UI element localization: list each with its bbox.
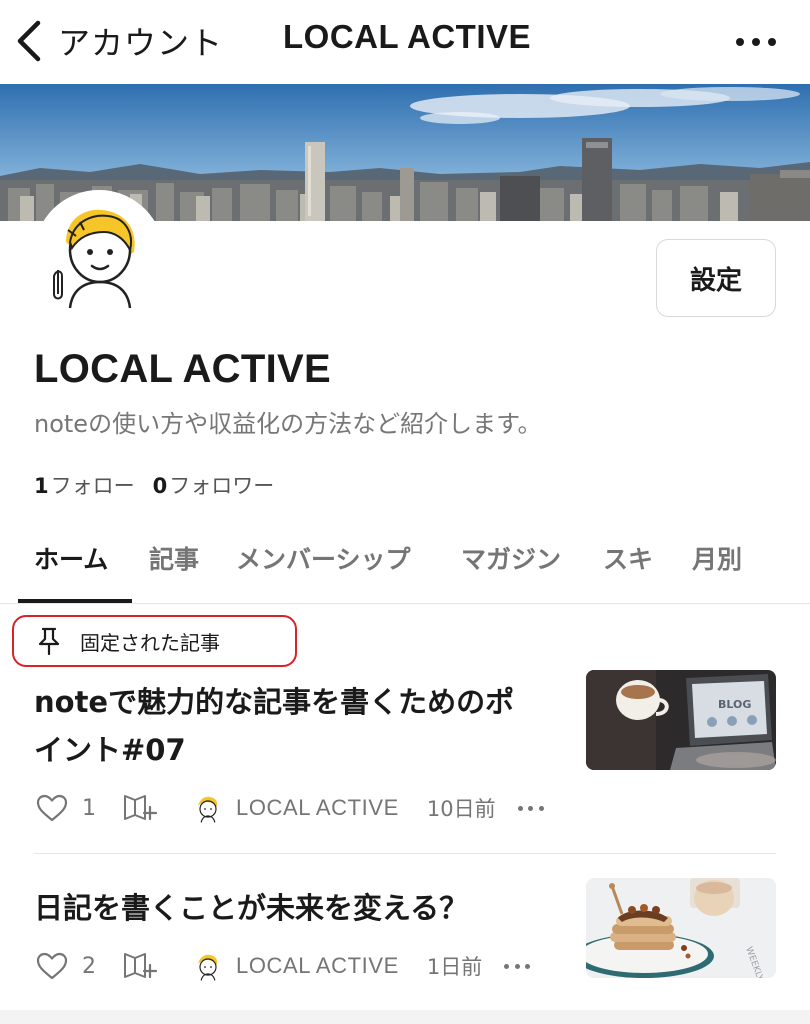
page-title: LOCAL ACTIVE: [283, 18, 532, 55]
chevron-left-icon: [17, 20, 41, 62]
article-divider: [34, 853, 776, 854]
heart-icon[interactable]: [36, 952, 68, 980]
article-author[interactable]: LOCAL ACTIVE: [236, 795, 399, 821]
author-avatar[interactable]: [192, 950, 224, 982]
profile-bio: noteの使い方や収益化の方法など紹介します。: [34, 410, 542, 438]
followers-link[interactable]: 0 フォロワー: [153, 470, 275, 500]
pinned-articles-label: 固定された記事: [12, 615, 297, 667]
article-more-button[interactable]: [517, 805, 544, 811]
following-count: 1: [34, 474, 49, 498]
article-author[interactable]: LOCAL ACTIVE: [236, 953, 399, 979]
more-horizontal-icon: [504, 963, 510, 969]
article-title[interactable]: 日記を書くことが未来を変える？: [34, 884, 564, 932]
bottom-section-divider: [0, 1010, 810, 1024]
article-more-button[interactable]: [504, 963, 531, 969]
add-to-magazine-icon[interactable]: [122, 793, 158, 823]
more-menu-button[interactable]: [732, 22, 780, 62]
followers-label: フォロワー: [169, 474, 275, 498]
author-avatar[interactable]: [192, 792, 224, 824]
like-count: 2: [82, 953, 96, 979]
article-date: 1日前: [426, 955, 483, 979]
tab-articles[interactable]: 記事: [149, 540, 199, 576]
follow-stats: 1 フォロー 0 フォロワー: [34, 470, 292, 500]
followers-count: 0: [152, 474, 168, 498]
tab-likes[interactable]: スキ: [603, 540, 653, 576]
tab-magazines[interactable]: マガジン: [461, 540, 561, 576]
more-horizontal-icon: [517, 805, 523, 811]
like-count: 1: [82, 795, 96, 821]
active-tab-indicator: [18, 599, 132, 603]
tab-home[interactable]: ホーム: [34, 540, 108, 576]
profile-name: LOCAL ACTIVE: [34, 347, 331, 391]
article-thumbnail[interactable]: BLOG: [586, 670, 776, 770]
add-to-magazine-icon[interactable]: [122, 951, 158, 981]
article-title-line: イント#07: [34, 733, 186, 767]
following-link[interactable]: 1 フォロー: [34, 470, 135, 500]
article-meta: 1 LOCAL ACTIVE 10日前: [36, 790, 596, 826]
back-button-label: アカウント: [58, 24, 224, 62]
profile-avatar[interactable]: [34, 190, 164, 320]
navigation-bar: アカウント LOCAL ACTIVE: [0, 0, 810, 84]
article-title[interactable]: noteで魅力的な記事を書くためのポ イント#07: [34, 678, 564, 774]
more-horizontal-icon: [736, 38, 744, 46]
thumbnail-blog-text: BLOG: [718, 698, 751, 711]
article-meta: 2 LOCAL ACTIVE 1日前: [36, 948, 596, 984]
back-button[interactable]: アカウント: [14, 14, 223, 68]
heart-icon[interactable]: [36, 794, 68, 822]
pin-icon: [38, 627, 60, 655]
pinned-label-text: 固定された記事: [80, 630, 220, 655]
profile-tabs: ホーム 記事 メンバーシップ マガジン スキ 月別: [0, 520, 810, 604]
settings-button[interactable]: 設定: [656, 239, 776, 317]
article-title-line: noteで魅力的な記事を書くためのポ: [34, 685, 515, 719]
article-thumbnail[interactable]: WEEKLY: [586, 878, 776, 978]
article-date: 10日前: [426, 797, 496, 821]
following-label: フォロー: [50, 474, 135, 498]
article-title-line: 日記を書くことが未来を変える？: [34, 891, 469, 925]
tab-membership[interactable]: メンバーシップ: [236, 540, 411, 576]
tab-monthly[interactable]: 月別: [692, 540, 742, 576]
